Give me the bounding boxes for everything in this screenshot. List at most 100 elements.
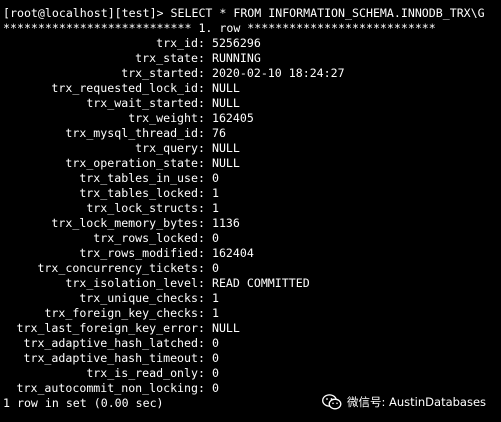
field-separator: : xyxy=(198,381,212,395)
field-name: trx_unique_checks xyxy=(79,291,198,305)
field-value: 76 xyxy=(211,126,226,140)
field-name: trx_is_read_only xyxy=(86,366,198,380)
field-row: trx_isolation_level: READ COMMITTED xyxy=(3,276,501,291)
field-separator: : xyxy=(198,306,212,320)
field-name: trx_requested_lock_id xyxy=(51,81,198,95)
command-line: [root@localhost][test]> SELECT * FROM IN… xyxy=(3,6,485,20)
field-separator: : xyxy=(198,336,212,350)
field-separator: : xyxy=(198,111,212,125)
field-row: trx_rows_modified: 162404 xyxy=(3,246,501,261)
field-name: trx_adaptive_hash_latched xyxy=(23,336,198,350)
field-separator: : xyxy=(198,96,212,110)
field-row: trx_last_foreign_key_error: NULL xyxy=(3,321,501,336)
field-separator: : xyxy=(198,366,212,380)
field-value: NULL xyxy=(211,141,240,155)
field-name: trx_lock_memory_bytes xyxy=(51,216,198,230)
field-separator: : xyxy=(198,291,212,305)
field-separator: : xyxy=(198,36,212,50)
field-value: 1 xyxy=(211,201,219,215)
wechat-icon xyxy=(322,394,342,410)
field-value: NULL xyxy=(211,96,240,110)
field-name: trx_foreign_key_checks xyxy=(44,306,198,320)
field-separator: : xyxy=(198,141,212,155)
watermark-text: 微信号: AustinDatabases xyxy=(347,395,487,409)
field-separator: : xyxy=(198,156,212,170)
field-row: trx_foreign_key_checks: 1 xyxy=(3,306,501,321)
result-fields: trx_id: 5256296 trx_state: RUNNING trx_sta… xyxy=(3,36,501,396)
field-row: trx_state: RUNNING xyxy=(3,51,501,66)
field-name: trx_autocommit_non_locking xyxy=(16,381,198,395)
field-row: trx_id: 5256296 xyxy=(3,36,501,51)
field-value: NULL xyxy=(211,321,240,335)
field-row: trx_unique_checks: 1 xyxy=(3,291,501,306)
field-value: 1 xyxy=(211,291,219,305)
field-separator: : xyxy=(198,81,212,95)
field-value: 0 xyxy=(211,231,219,245)
field-separator: : xyxy=(198,186,212,200)
field-separator: : xyxy=(198,66,212,80)
field-name: trx_started xyxy=(121,66,198,80)
field-separator: : xyxy=(198,171,212,185)
field-value: NULL xyxy=(211,81,240,95)
field-name: trx_adaptive_hash_timeout xyxy=(23,351,198,365)
field-value: 0 xyxy=(211,336,219,350)
field-separator: : xyxy=(198,231,212,245)
field-separator: : xyxy=(198,246,212,260)
field-value: 5256296 xyxy=(211,36,261,50)
field-name: trx_last_foreign_key_error xyxy=(16,321,198,335)
field-separator: : xyxy=(198,276,212,290)
field-value: 162404 xyxy=(211,246,254,260)
field-value: 1136 xyxy=(211,216,240,230)
field-name: trx_weight xyxy=(128,111,198,125)
field-value: 1 xyxy=(211,306,219,320)
field-separator: : xyxy=(198,261,212,275)
field-value: 2020-02-10 18:24:27 xyxy=(211,66,345,80)
field-name: trx_query xyxy=(135,141,198,155)
field-row: trx_rows_locked: 0 xyxy=(3,231,501,246)
field-separator: : xyxy=(198,51,212,65)
field-row: trx_mysql_thread_id: 76 xyxy=(3,126,501,141)
field-row: trx_wait_started: NULL xyxy=(3,96,501,111)
field-row: trx_query: NULL xyxy=(3,141,501,156)
field-name: trx_isolation_level xyxy=(65,276,198,290)
field-value: 162405 xyxy=(211,111,254,125)
field-name: trx_state xyxy=(135,51,198,65)
field-separator: : xyxy=(198,126,212,140)
field-name: trx_rows_locked xyxy=(93,231,198,245)
field-value: 0 xyxy=(211,366,219,380)
field-name: trx_operation_state xyxy=(65,156,198,170)
field-separator: : xyxy=(198,321,212,335)
field-separator: : xyxy=(198,351,212,365)
field-value: RUNNING xyxy=(211,51,261,65)
field-row: trx_operation_state: NULL xyxy=(3,156,501,171)
field-value: 1 xyxy=(211,186,219,200)
field-row: trx_tables_locked: 1 xyxy=(3,186,501,201)
field-row: trx_lock_memory_bytes: 1136 xyxy=(3,216,501,231)
field-row: trx_adaptive_hash_timeout: 0 xyxy=(3,351,501,366)
field-row: trx_tables_in_use: 0 xyxy=(3,171,501,186)
field-value: READ COMMITTED xyxy=(211,276,310,290)
field-value: NULL xyxy=(211,156,240,170)
field-name: trx_mysql_thread_id xyxy=(65,126,198,140)
watermark: 微信号: AustinDatabases xyxy=(322,392,486,412)
field-row: trx_is_read_only: 0 xyxy=(3,366,501,381)
field-row: trx_adaptive_hash_latched: 0 xyxy=(3,336,501,351)
field-value: 0 xyxy=(211,381,219,395)
field-separator: : xyxy=(198,216,212,230)
field-name: trx_wait_started xyxy=(86,96,198,110)
field-row: trx_weight: 162405 xyxy=(3,111,501,126)
field-separator: : xyxy=(198,201,212,215)
field-name: trx_tables_locked xyxy=(79,186,198,200)
field-name: trx_id xyxy=(156,36,198,50)
field-name: trx_rows_modified xyxy=(79,246,198,260)
field-row: trx_lock_structs: 1 xyxy=(3,201,501,216)
field-row: trx_requested_lock_id: NULL xyxy=(3,81,501,96)
terminal-output[interactable]: [root@localhost][test]> SELECT * FROM IN… xyxy=(3,6,501,411)
field-value: 0 xyxy=(211,171,219,185)
field-name: trx_lock_structs xyxy=(86,201,198,215)
field-name: trx_tables_in_use xyxy=(79,171,198,185)
field-value: 0 xyxy=(211,261,219,275)
field-name: trx_concurrency_tickets xyxy=(37,261,198,275)
row-header: *************************** 1. row *****… xyxy=(3,21,436,35)
field-value: 0 xyxy=(211,351,219,365)
